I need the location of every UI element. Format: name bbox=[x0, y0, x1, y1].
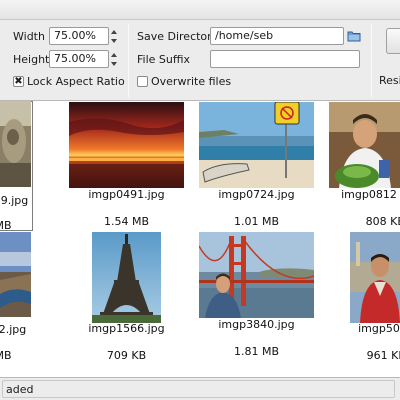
image-filesize: 808 KE bbox=[365, 215, 400, 228]
thumbnail-image[interactable] bbox=[199, 102, 314, 188]
thumbnail-image[interactable] bbox=[329, 102, 400, 188]
thumbnail-image[interactable] bbox=[0, 101, 31, 187]
file-suffix-field[interactable] bbox=[210, 50, 360, 68]
resize-toolbar: Width 75.00% Height 75.00% ✖ Lock Aspect… bbox=[0, 20, 400, 101]
width-spin-buttons bbox=[108, 27, 120, 45]
thumbnail-image[interactable] bbox=[199, 232, 314, 318]
width-input[interactable]: 75.00% bbox=[49, 27, 109, 45]
window-top-strip bbox=[0, 0, 400, 20]
thumbnail-image[interactable] bbox=[350, 232, 400, 323]
height-increase-button[interactable] bbox=[108, 50, 120, 59]
width-label: Width bbox=[13, 30, 45, 43]
width-increase-button[interactable] bbox=[108, 27, 120, 36]
image-filesize: 1.54 MB bbox=[103, 215, 150, 228]
image-filename: 02.jpg bbox=[0, 323, 27, 336]
image-filesize: 961 KE bbox=[366, 349, 400, 362]
overwrite-checkbox[interactable] bbox=[137, 76, 148, 87]
toolbar-separator bbox=[128, 24, 129, 97]
file-suffix-label: File Suffix bbox=[137, 53, 191, 66]
toolbar-separator bbox=[371, 24, 372, 97]
resize-button[interactable] bbox=[386, 28, 400, 54]
folder-icon bbox=[347, 31, 361, 42]
image-filename: imgp0491.jpg bbox=[88, 188, 165, 201]
height-decrease-button[interactable] bbox=[108, 59, 120, 68]
height-spin-buttons bbox=[108, 50, 120, 68]
image-filesize: MB bbox=[0, 349, 12, 362]
image-filesize: MB bbox=[0, 219, 12, 232]
thumbnail-image[interactable] bbox=[0, 232, 31, 317]
height-input[interactable]: 75.00% bbox=[49, 50, 109, 68]
arrow-down-icon bbox=[111, 38, 117, 43]
arrow-up-icon bbox=[111, 29, 117, 34]
status-panel: aded bbox=[2, 380, 395, 398]
image-filesize: 1.81 MB bbox=[233, 345, 280, 358]
arrow-up-icon bbox=[111, 52, 117, 57]
image-filename: 09.jpg bbox=[0, 194, 29, 207]
height-label: Height bbox=[13, 53, 50, 66]
thumbnail-image[interactable] bbox=[69, 102, 184, 188]
image-filesize: 1.01 MB bbox=[233, 215, 280, 228]
lock-aspect-checkbox[interactable]: ✖ bbox=[13, 76, 24, 87]
image-gallery: 09.jpg MB imgp0491.jpg 1.54 MB bbox=[0, 101, 400, 377]
arrow-down-icon bbox=[111, 61, 117, 66]
save-directory-field[interactable]: /home/seb bbox=[210, 27, 344, 45]
image-filename: imgp3840.jpg bbox=[218, 318, 295, 331]
image-filename: imgp0812 bbox=[341, 188, 397, 201]
save-directory-label: Save Directory bbox=[137, 30, 219, 43]
thumbnail-image[interactable] bbox=[92, 232, 161, 323]
image-filename: imgp5012 bbox=[358, 322, 400, 335]
image-filename: imgp0724.jpg bbox=[218, 188, 295, 201]
resize-label: Resiz bbox=[379, 74, 400, 87]
width-decrease-button[interactable] bbox=[108, 36, 120, 45]
status-text: aded bbox=[6, 383, 34, 396]
overwrite-label: Overwrite files bbox=[151, 75, 232, 88]
lock-aspect-label: Lock Aspect Ratio bbox=[27, 75, 125, 88]
image-filename: imgp1566.jpg bbox=[88, 322, 165, 335]
browse-folder-button[interactable] bbox=[347, 30, 361, 42]
image-filesize: 709 KB bbox=[106, 349, 147, 362]
status-bar: aded bbox=[0, 377, 400, 400]
